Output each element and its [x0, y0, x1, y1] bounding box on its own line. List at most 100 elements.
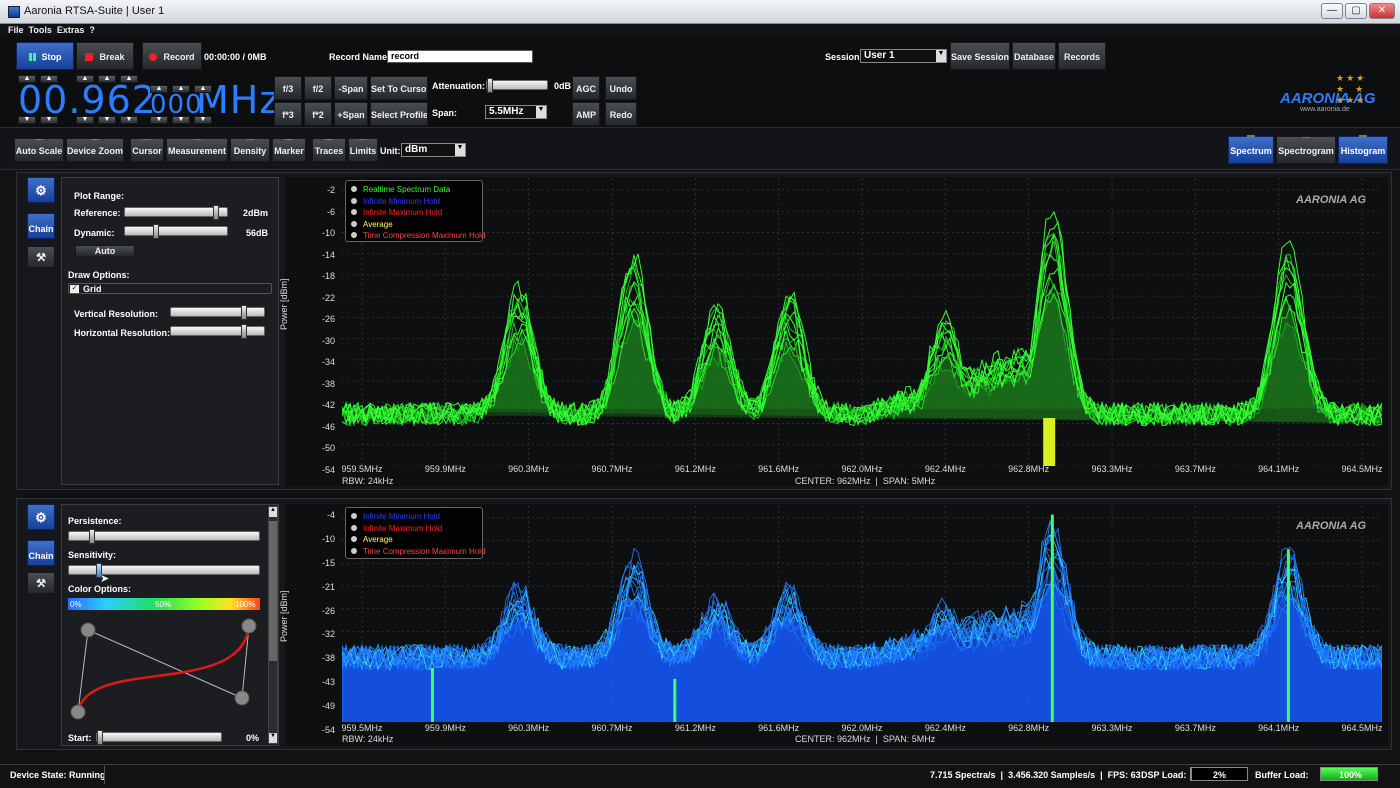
records-button[interactable]: Records	[1058, 42, 1106, 70]
legend-toggle-icon[interactable]	[351, 197, 357, 204]
legend-toggle-icon[interactable]	[351, 536, 357, 542]
agc-button[interactable]: AGC	[572, 76, 600, 100]
settings-gear-icon[interactable]: ⚙	[27, 504, 55, 530]
curve-handle[interactable]	[80, 622, 96, 638]
tab-histogram[interactable]: Histogram	[1338, 135, 1388, 164]
grid-checkbox[interactable]: ✓	[70, 285, 79, 293]
legend-entry[interactable]: Infinite Minimum Hold	[351, 196, 477, 208]
start-knob[interactable]	[97, 730, 103, 745]
stop-button[interactable]: Stop	[16, 42, 74, 70]
menu-extras[interactable]: Extras	[57, 24, 85, 36]
maximize-button[interactable]: ▢	[1345, 3, 1367, 19]
start-slider[interactable]	[96, 730, 222, 745]
color-curve-editor[interactable]	[66, 616, 262, 728]
select-profile-button[interactable]: Select Profile	[370, 102, 428, 126]
horizontal-resolution-knob[interactable]	[241, 324, 247, 339]
legend-entry[interactable]: Infinite Maximum Hold	[351, 523, 477, 535]
freq-up-arrow[interactable]: ▲	[18, 75, 36, 83]
scroll-thumb[interactable]	[269, 521, 277, 661]
legend-entry[interactable]: Infinite Maximum Hold	[351, 207, 477, 219]
dynamic-slider[interactable]	[124, 224, 228, 239]
undo-button[interactable]: Undo	[605, 76, 637, 100]
legend-entry[interactable]: Time Compression Maximum Hold	[351, 230, 485, 242]
freq-down-arrow[interactable]: ▼	[40, 116, 58, 124]
record-button[interactable]: Record	[142, 42, 202, 70]
settings-scrollbar[interactable]: ▲ ▼	[268, 506, 278, 744]
settings-gear-icon[interactable]: ⚙	[27, 177, 55, 203]
marker-button[interactable]: Marker	[272, 138, 306, 162]
freq-down-arrow[interactable]: ▼	[150, 116, 168, 124]
freq-up-arrow[interactable]: ▲	[98, 75, 116, 83]
vertical-resolution-slider[interactable]	[170, 305, 265, 320]
legend-entry[interactable]: Time Compression Maximum Hold	[351, 546, 485, 558]
menu-help[interactable]: ?	[89, 24, 95, 36]
freq-up-arrow[interactable]: ▲	[76, 75, 94, 83]
f-mul3-button[interactable]: f*3	[274, 102, 302, 126]
wrench-icon[interactable]: ⚒	[27, 572, 55, 594]
cursor-button[interactable]: Cursor	[130, 138, 164, 162]
minus-span-button[interactable]: -Span	[334, 76, 368, 100]
traces-button[interactable]: Traces	[312, 138, 346, 162]
legend-toggle-icon[interactable]	[351, 186, 357, 192]
freq-down-arrow[interactable]: ▼	[76, 116, 94, 124]
freq-down-arrow[interactable]: ▼	[172, 116, 190, 124]
scroll-up-arrow[interactable]: ▲	[269, 507, 277, 517]
minimize-button[interactable]: —	[1321, 3, 1343, 19]
legend-entry[interactable]: Average	[351, 534, 477, 546]
legend-toggle-icon[interactable]	[351, 209, 357, 215]
tab-spectrum[interactable]: Spectrum	[1228, 135, 1274, 164]
freq-down-arrow[interactable]: ▼	[98, 116, 116, 124]
break-button[interactable]: Break	[76, 42, 134, 70]
f-div2-button[interactable]: f/2	[304, 76, 332, 100]
freq-up-arrow[interactable]: ▲	[172, 85, 190, 93]
limits-button[interactable]: Limits	[348, 138, 378, 162]
vertical-resolution-knob[interactable]	[241, 305, 247, 320]
legend-toggle-icon[interactable]	[351, 232, 357, 238]
plus-span-button[interactable]: +Span	[334, 102, 368, 126]
scroll-down-arrow[interactable]: ▼	[269, 733, 277, 743]
reference-slider[interactable]	[124, 205, 228, 220]
persistence-slider[interactable]	[68, 529, 260, 544]
save-session-button[interactable]: Save Session	[950, 42, 1010, 70]
freq-up-arrow[interactable]: ▲	[194, 85, 212, 93]
chain-button[interactable]: Chain	[27, 213, 55, 239]
amp-button[interactable]: AMP	[572, 102, 600, 126]
attenuation-slider[interactable]	[486, 78, 548, 93]
persistence-knob[interactable]	[89, 529, 95, 544]
density-button[interactable]: Density	[230, 138, 270, 162]
redo-button[interactable]: Redo	[605, 102, 637, 126]
freq-down-arrow[interactable]: ▼	[18, 116, 36, 124]
curve-handle[interactable]	[234, 690, 250, 706]
session-select[interactable]: User 1 ▼	[860, 49, 947, 63]
legend-toggle-icon[interactable]	[351, 220, 357, 227]
device-zoom-button[interactable]: Device Zoom	[66, 138, 124, 162]
chain-button[interactable]: Chain	[27, 540, 55, 566]
menu-tools[interactable]: Tools	[29, 24, 52, 36]
sensitivity-slider[interactable]	[68, 563, 260, 578]
freq-up-arrow[interactable]: ▲	[40, 75, 58, 83]
legend-toggle-icon[interactable]	[351, 524, 357, 531]
dynamic-knob[interactable]	[153, 224, 159, 239]
reference-knob[interactable]	[213, 205, 219, 220]
database-button[interactable]: Database	[1012, 42, 1056, 70]
legend-toggle-icon[interactable]	[351, 513, 357, 519]
freq-down-arrow[interactable]: ▼	[120, 116, 138, 124]
curve-handle[interactable]	[241, 618, 257, 634]
measurement-button[interactable]: Measurement	[166, 138, 228, 162]
set-to-cursor-button[interactable]: Set To Cursor	[370, 76, 428, 100]
auto-scale-button[interactable]: Auto Scale	[14, 138, 64, 162]
legend-entry[interactable]: Realtime Spectrum Data	[351, 184, 477, 196]
f-mul2-button[interactable]: f*2	[304, 102, 332, 126]
freq-up-arrow[interactable]: ▲	[120, 75, 138, 83]
auto-button[interactable]: Auto	[75, 245, 135, 257]
horizontal-resolution-slider[interactable]	[170, 324, 265, 339]
record-name-input[interactable]: record	[387, 50, 533, 63]
wrench-icon[interactable]: ⚒	[27, 246, 55, 268]
unit-select[interactable]: dBm ▼	[401, 143, 466, 157]
freq-up-arrow[interactable]: ▲	[150, 85, 168, 93]
freq-down-arrow[interactable]: ▼	[194, 116, 212, 124]
legend-entry[interactable]: Infinite Minimum Hold	[351, 511, 477, 523]
legend-toggle-icon[interactable]	[351, 547, 357, 554]
close-button[interactable]: ✕	[1369, 3, 1395, 19]
span-select[interactable]: 5.5MHz ▼	[485, 105, 547, 119]
